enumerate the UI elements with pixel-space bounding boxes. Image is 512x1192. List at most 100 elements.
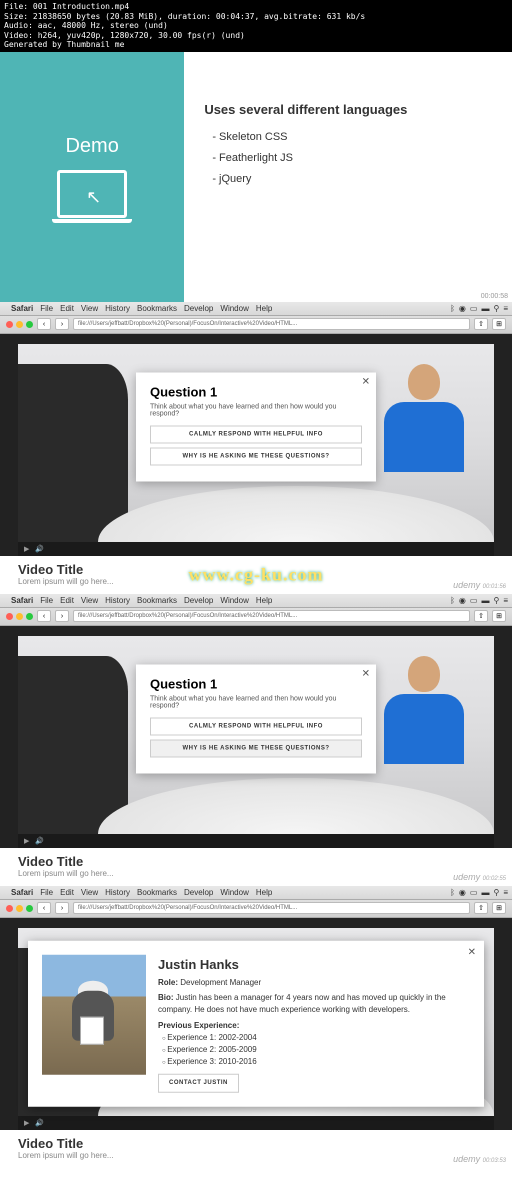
video-controls[interactable]: ▶ 🔊 — [18, 834, 494, 848]
forward-button[interactable]: › — [55, 902, 69, 914]
mac-menubar[interactable]: Safari File Edit View History Bookmarks … — [0, 886, 512, 900]
menu-help[interactable]: Help — [256, 304, 272, 313]
wifi-icon[interactable]: ◉ — [459, 888, 466, 897]
menu-edit[interactable]: Edit — [60, 596, 74, 605]
share-button[interactable]: ⇧ — [474, 610, 488, 622]
tabs-button[interactable]: ⊞ — [492, 902, 506, 914]
battery-icon[interactable]: ▬ — [481, 888, 489, 897]
minimize-button[interactable] — [16, 613, 23, 620]
close-icon[interactable]: ✕ — [468, 947, 476, 958]
menu-view[interactable]: View — [81, 304, 98, 313]
slide-demo: Demo ↖ Uses several different languages … — [0, 52, 512, 302]
mac-menubar[interactable]: Safari File Edit View History Bookmarks … — [0, 302, 512, 316]
back-button[interactable]: ‹ — [37, 610, 51, 622]
menu-help[interactable]: Help — [256, 888, 272, 897]
video-player[interactable]: ✕ Question 1 Think about what you have l… — [18, 636, 494, 834]
answer-button-1[interactable]: CALMLY RESPOND WITH HELPFUL INFO — [150, 426, 362, 444]
menu-window[interactable]: Window — [220, 304, 248, 313]
menu-window[interactable]: Window — [220, 888, 248, 897]
menu-develop[interactable]: Develop — [184, 888, 213, 897]
menu-history[interactable]: History — [105, 304, 130, 313]
menu-help[interactable]: Help — [256, 596, 272, 605]
tabs-button[interactable]: ⊞ — [492, 318, 506, 330]
menu-develop[interactable]: Develop — [184, 304, 213, 313]
back-button[interactable]: ‹ — [37, 902, 51, 914]
volume-icon[interactable]: 🔊 — [35, 545, 44, 553]
video-controls[interactable]: ▶ 🔊 — [18, 542, 494, 556]
contact-button[interactable]: CONTACT JUSTIN — [158, 1074, 239, 1093]
menu-bookmarks[interactable]: Bookmarks — [137, 888, 177, 897]
close-button[interactable] — [6, 905, 13, 912]
close-button[interactable] — [6, 613, 13, 620]
maximize-button[interactable] — [26, 613, 33, 620]
menu-bookmarks[interactable]: Bookmarks — [137, 596, 177, 605]
app-name[interactable]: Safari — [11, 596, 33, 605]
close-button[interactable] — [6, 321, 13, 328]
window-controls[interactable] — [6, 321, 33, 328]
window-controls[interactable] — [6, 613, 33, 620]
answer-button-2[interactable]: WHY IS HE ASKING ME THESE QUESTIONS? — [150, 448, 362, 466]
menu-icon[interactable]: ≡ — [503, 888, 508, 897]
menu-icon[interactable]: ≡ — [503, 596, 508, 605]
menu-edit[interactable]: Edit — [60, 888, 74, 897]
video-controls[interactable]: ▶ 🔊 — [18, 1116, 494, 1130]
menu-file[interactable]: File — [40, 888, 53, 897]
video-meta: Video Title Lorem ipsum will go here... … — [0, 1130, 512, 1168]
menu-window[interactable]: Window — [220, 596, 248, 605]
menu-icon[interactable]: ≡ — [503, 304, 508, 313]
prev-exp-label: Previous Experience: — [158, 1021, 239, 1030]
url-text: file:///Users/jeffbatt/Dropbox%20(Person… — [78, 905, 297, 911]
display-icon[interactable]: ▭ — [470, 888, 478, 897]
volume-icon[interactable]: 🔊 — [35, 837, 44, 845]
app-name[interactable]: Safari — [11, 304, 33, 313]
bt-icon[interactable]: ᛒ — [450, 888, 455, 897]
app-name[interactable]: Safari — [11, 888, 33, 897]
menu-history[interactable]: History — [105, 888, 130, 897]
battery-icon[interactable]: ▬ — [481, 596, 489, 605]
search-icon[interactable]: ⚲ — [493, 304, 499, 313]
play-icon[interactable]: ▶ — [24, 837, 29, 845]
maximize-button[interactable] — [26, 905, 33, 912]
wifi-icon[interactable]: ◉ — [459, 596, 466, 605]
display-icon[interactable]: ▭ — [470, 304, 478, 313]
menu-view[interactable]: View — [81, 596, 98, 605]
menu-history[interactable]: History — [105, 596, 130, 605]
bt-icon[interactable]: ᛒ — [450, 596, 455, 605]
play-icon[interactable]: ▶ — [24, 545, 29, 553]
forward-button[interactable]: › — [55, 610, 69, 622]
mac-menubar[interactable]: Safari File Edit View History Bookmarks … — [0, 594, 512, 608]
menu-bookmarks[interactable]: Bookmarks — [137, 304, 177, 313]
wifi-icon[interactable]: ◉ — [459, 304, 466, 313]
battery-icon[interactable]: ▬ — [481, 304, 489, 313]
close-icon[interactable]: ✕ — [362, 377, 370, 388]
forward-button[interactable]: › — [55, 318, 69, 330]
url-bar[interactable]: file:///Users/jeffbatt/Dropbox%20(Person… — [73, 318, 470, 330]
menu-view[interactable]: View — [81, 888, 98, 897]
url-bar[interactable]: file:///Users/jeffbatt/Dropbox%20(Person… — [73, 610, 470, 622]
share-button[interactable]: ⇧ — [474, 902, 488, 914]
menu-file[interactable]: File — [40, 304, 53, 313]
close-icon[interactable]: ✕ — [362, 669, 370, 680]
tabs-button[interactable]: ⊞ — [492, 610, 506, 622]
menu-develop[interactable]: Develop — [184, 596, 213, 605]
menu-file[interactable]: File — [40, 596, 53, 605]
video-player[interactable]: ✕ Question 1 Think about what you have l… — [18, 344, 494, 542]
answer-button-2[interactable]: WHY IS HE ASKING ME THESE QUESTIONS? — [150, 740, 362, 758]
search-icon[interactable]: ⚲ — [493, 596, 499, 605]
volume-icon[interactable]: 🔊 — [35, 1119, 44, 1127]
play-icon[interactable]: ▶ — [24, 1119, 29, 1127]
url-bar[interactable]: file:///Users/jeffbatt/Dropbox%20(Person… — [73, 902, 470, 914]
share-button[interactable]: ⇧ — [474, 318, 488, 330]
window-controls[interactable] — [6, 905, 33, 912]
minimize-button[interactable] — [16, 905, 23, 912]
search-icon[interactable]: ⚲ — [493, 888, 499, 897]
back-button[interactable]: ‹ — [37, 318, 51, 330]
display-icon[interactable]: ▭ — [470, 596, 478, 605]
bt-icon[interactable]: ᛒ — [450, 304, 455, 313]
minimize-button[interactable] — [16, 321, 23, 328]
menu-edit[interactable]: Edit — [60, 304, 74, 313]
answer-button-1[interactable]: CALMLY RESPOND WITH HELPFUL INFO — [150, 718, 362, 736]
video-area: ✕ Question 1 Think about what you have l… — [0, 626, 512, 848]
browser-toolbar: ‹ › file:///Users/jeffbatt/Dropbox%20(Pe… — [0, 608, 512, 626]
maximize-button[interactable] — [26, 321, 33, 328]
